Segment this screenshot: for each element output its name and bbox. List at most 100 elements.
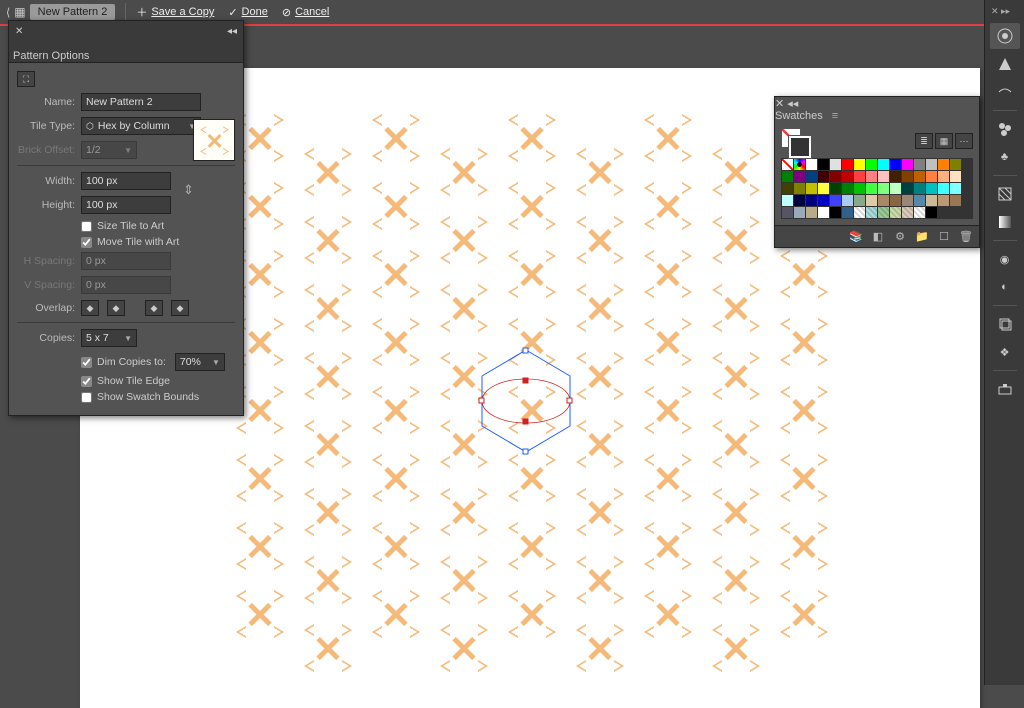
artboards-panel-button[interactable]: ❖ bbox=[990, 339, 1020, 365]
swatch-cell[interactable] bbox=[794, 171, 805, 182]
swatch-cell[interactable] bbox=[806, 159, 817, 170]
swatch-cell[interactable] bbox=[890, 195, 901, 206]
swatch-cell[interactable] bbox=[830, 195, 841, 206]
swatch-cell[interactable] bbox=[938, 195, 949, 206]
swatch-cell[interactable] bbox=[830, 159, 841, 170]
swatch-cell[interactable] bbox=[866, 159, 877, 170]
swatch-cell[interactable] bbox=[878, 183, 889, 194]
swatch-cell[interactable] bbox=[902, 171, 913, 182]
swatch-cell[interactable] bbox=[914, 183, 925, 194]
swatch-cell[interactable] bbox=[914, 159, 925, 170]
graphic-styles-button[interactable]: ◐ bbox=[990, 274, 1020, 300]
swatch-cell[interactable] bbox=[950, 159, 961, 170]
swatch-cell[interactable] bbox=[818, 207, 829, 218]
show-swatch-bounds-checkbox[interactable] bbox=[81, 392, 92, 403]
tiletype-select[interactable]: ⬡Hex by Column ▼ bbox=[81, 117, 201, 135]
swatch-pattern-cell[interactable] bbox=[914, 207, 925, 218]
swatch-cell[interactable] bbox=[926, 183, 937, 194]
swatch-cell[interactable] bbox=[890, 171, 901, 182]
swatch-pattern-cell[interactable] bbox=[878, 207, 889, 218]
grid-icon[interactable]: ▦ bbox=[14, 5, 25, 19]
done-button[interactable]: ✓ Done bbox=[228, 6, 268, 19]
swatch-cell[interactable] bbox=[902, 195, 913, 206]
save-copy-button[interactable]: ＋ Save a Copy bbox=[136, 4, 214, 20]
fill-stroke-indicator[interactable] bbox=[781, 128, 807, 154]
swatches-panel[interactable]: ✕ ◂◂ Swatches ≡ ≣ ▦ ⋯ 📚 ◧ ⚙ 📁 ☐ 🗑 bbox=[774, 96, 980, 248]
stroke-panel-button[interactable] bbox=[990, 79, 1020, 105]
show-swatch-kinds-icon[interactable]: ◧ bbox=[871, 230, 885, 244]
swatch-none[interactable] bbox=[782, 159, 793, 170]
symbols-panel-button[interactable]: ♣ bbox=[990, 144, 1020, 170]
swatch-cell[interactable] bbox=[842, 207, 853, 218]
overlap-right-front-button[interactable]: ◆ bbox=[107, 300, 125, 316]
copies-select[interactable]: 5 x 7 ▼ bbox=[81, 329, 137, 347]
list-view-button[interactable]: ≣ bbox=[915, 133, 933, 149]
document-title-chip[interactable]: New Pattern 2 bbox=[30, 4, 116, 20]
swatch-cell[interactable] bbox=[902, 159, 913, 170]
gradient-panel-button[interactable] bbox=[990, 209, 1020, 235]
swatch-pattern-cell[interactable] bbox=[866, 207, 877, 218]
swatch-cell[interactable] bbox=[806, 183, 817, 194]
color-guide-button[interactable] bbox=[990, 51, 1020, 77]
panel-menu-icon[interactable]: ≡ bbox=[826, 107, 844, 125]
swatch-cell[interactable] bbox=[926, 171, 937, 182]
swatch-cell[interactable] bbox=[914, 171, 925, 182]
swatch-libraries-icon[interactable]: 📚 bbox=[849, 230, 863, 244]
swatch-cell[interactable] bbox=[854, 171, 865, 182]
swatch-cell[interactable] bbox=[782, 183, 793, 194]
swatch-cell[interactable] bbox=[854, 195, 865, 206]
cancel-button[interactable]: ⊘ Cancel bbox=[282, 6, 329, 19]
swatches-title-tab[interactable]: Swatches bbox=[775, 110, 823, 122]
height-input[interactable] bbox=[81, 196, 171, 214]
swatch-cell[interactable] bbox=[782, 195, 793, 206]
swatch-cell[interactable] bbox=[842, 195, 853, 206]
swatch-cell[interactable] bbox=[854, 159, 865, 170]
actions-panel-button[interactable] bbox=[990, 376, 1020, 402]
swatch-cell[interactable] bbox=[818, 159, 829, 170]
swatch-cell[interactable] bbox=[854, 183, 865, 194]
swatch-cell[interactable] bbox=[818, 171, 829, 182]
collapse-icon[interactable]: ◂◂ bbox=[227, 26, 237, 37]
overlap-bottom-front-button[interactable]: ◆ bbox=[171, 300, 189, 316]
name-input[interactable] bbox=[81, 93, 201, 111]
show-tile-edge-checkbox[interactable] bbox=[81, 376, 92, 387]
swatch-cell[interactable] bbox=[926, 195, 937, 206]
swatch-cell[interactable] bbox=[914, 195, 925, 206]
swatch-cell[interactable] bbox=[842, 183, 853, 194]
swatch-pattern-cell[interactable] bbox=[854, 207, 865, 218]
swatch-cell[interactable] bbox=[878, 159, 889, 170]
swatch-options-button[interactable]: ⋯ bbox=[955, 133, 973, 149]
swatch-cell[interactable] bbox=[782, 207, 793, 218]
size-to-art-checkbox[interactable] bbox=[81, 221, 92, 232]
swatch-cell[interactable] bbox=[866, 171, 877, 182]
swatch-cell[interactable] bbox=[806, 195, 817, 206]
swatch-cell[interactable] bbox=[950, 183, 961, 194]
swatch-pattern-cell[interactable] bbox=[890, 207, 901, 218]
swatch-cell[interactable] bbox=[818, 183, 829, 194]
swatch-cell[interactable] bbox=[830, 183, 841, 194]
swatch-cell[interactable] bbox=[938, 183, 949, 194]
swatch-cell[interactable] bbox=[890, 159, 901, 170]
collapse-icon[interactable]: ◂◂ bbox=[787, 98, 798, 110]
swatch-cell[interactable] bbox=[950, 171, 961, 182]
panel-header[interactable]: ✕ ◂◂ bbox=[9, 21, 243, 41]
nav-back-icon[interactable]: ⟨ bbox=[6, 6, 10, 19]
dim-copies-select[interactable]: 70% ▼ bbox=[175, 353, 225, 371]
swatch-cell[interactable] bbox=[794, 195, 805, 206]
tile-preview-icon[interactable]: ⛶ bbox=[17, 71, 35, 87]
swatch-cell[interactable] bbox=[794, 183, 805, 194]
swatch-cell[interactable] bbox=[866, 183, 877, 194]
swatch-cell[interactable] bbox=[938, 171, 949, 182]
swatch-options-icon[interactable]: ⚙ bbox=[893, 230, 907, 244]
swatch-pattern-cell[interactable] bbox=[902, 207, 913, 218]
overlap-left-front-button[interactable]: ◆ bbox=[81, 300, 99, 316]
brushes-panel-button[interactable] bbox=[990, 116, 1020, 142]
swatch-cell[interactable] bbox=[806, 171, 817, 182]
overlap-top-front-button[interactable]: ◆ bbox=[145, 300, 163, 316]
panel-title-tab[interactable]: Pattern Options bbox=[13, 50, 89, 62]
swatch-cell[interactable] bbox=[806, 207, 817, 218]
transparency-panel-button[interactable] bbox=[990, 181, 1020, 207]
move-with-art-checkbox[interactable] bbox=[81, 237, 92, 248]
dim-copies-checkbox[interactable] bbox=[81, 357, 92, 368]
swatch-cell[interactable] bbox=[878, 171, 889, 182]
